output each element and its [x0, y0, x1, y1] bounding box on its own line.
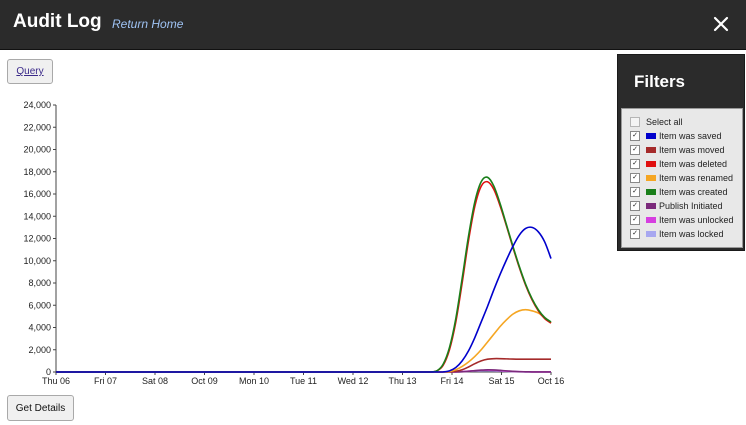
x-tick-label: Mon 10 [239, 376, 269, 386]
close-icon[interactable] [710, 13, 732, 35]
legend-swatch [646, 175, 656, 181]
legend-swatch [646, 217, 656, 223]
filter-item[interactable]: ✓ Item was saved [630, 130, 722, 142]
page-title: Audit Log [13, 11, 102, 32]
filters-list: Select all ✓ Item was saved ✓ Item was moved… [621, 108, 743, 248]
legend-swatch [646, 231, 656, 237]
legend-swatch [646, 189, 656, 195]
query-button-label: Query [16, 66, 44, 77]
filter-checkbox[interactable]: ✓ [630, 131, 640, 141]
filter-checkbox[interactable]: ✓ [630, 159, 640, 169]
series-line [56, 180, 552, 373]
x-tick-label: Fri 07 [94, 376, 117, 386]
y-tick-label: 22,000 [23, 122, 51, 132]
filter-item[interactable]: ✓ Item was created [630, 186, 728, 198]
y-tick-label: 2,000 [28, 345, 51, 355]
legend-swatch [646, 203, 656, 209]
y-tick-label: 16,000 [23, 189, 51, 199]
query-button[interactable]: Query [7, 59, 53, 84]
y-tick-label: 24,000 [23, 100, 51, 110]
y-tick-label: 14,000 [23, 211, 51, 221]
return-home-link[interactable]: Return Home [112, 17, 183, 31]
filter-item[interactable]: ✓ Item was unlocked [630, 214, 734, 226]
y-tick-label: 6,000 [28, 300, 51, 310]
x-tick-label: Thu 06 [42, 376, 70, 386]
x-tick-label: Sat 08 [142, 376, 168, 386]
get-details-button[interactable]: Get Details [7, 395, 74, 421]
legend-swatch [646, 147, 656, 153]
filter-checkbox[interactable] [630, 117, 640, 127]
x-tick-label: Fri 14 [440, 376, 463, 386]
filter-checkbox[interactable]: ✓ [630, 145, 640, 155]
filter-item[interactable]: ✓ Item was deleted [630, 158, 727, 170]
filter-item[interactable]: ✓ Publish Initiated [630, 200, 723, 212]
legend-swatch [646, 161, 656, 167]
filter-label: Publish Initiated [659, 201, 723, 211]
series-line [56, 176, 552, 373]
y-tick-label: 12,000 [23, 234, 51, 244]
filter-label: Item was locked [659, 229, 724, 239]
filter-checkbox[interactable]: ✓ [630, 173, 640, 183]
y-tick-label: 8,000 [28, 278, 51, 288]
filter-item[interactable]: ✓ Item was renamed [630, 172, 733, 184]
y-tick-label: 20,000 [23, 145, 51, 155]
audit-line-chart: 02,0004,0006,0008,00010,00012,00014,0001… [23, 100, 565, 386]
y-tick-label: 10,000 [23, 256, 51, 266]
x-tick-label: Tue 11 [290, 376, 317, 386]
header-bar: Audit Log Return Home [0, 0, 746, 50]
filter-item[interactable]: ✓ Item was locked [630, 228, 724, 240]
filter-checkbox[interactable]: ✓ [630, 187, 640, 197]
x-tick-label: Sat 15 [488, 376, 514, 386]
filter-select-all[interactable]: Select all [630, 116, 683, 128]
y-tick-label: 4,000 [28, 323, 51, 333]
x-tick-label: Oct 09 [191, 376, 218, 386]
filter-label: Item was moved [659, 145, 725, 155]
legend-swatch [646, 133, 656, 139]
filter-label: Item was renamed [659, 173, 734, 183]
filter-label: Item was created [659, 187, 728, 197]
filter-checkbox[interactable]: ✓ [630, 201, 640, 211]
filter-label: Item was deleted [659, 159, 728, 169]
x-tick-label: Thu 13 [388, 376, 416, 386]
filter-label: Item was unlocked [659, 215, 734, 225]
filter-label: Item was saved [659, 131, 722, 141]
filter-item[interactable]: ✓ Item was moved [630, 144, 725, 156]
filter-checkbox[interactable]: ✓ [630, 215, 640, 225]
x-tick-label: Wed 12 [338, 376, 369, 386]
filter-checkbox[interactable]: ✓ [630, 229, 640, 239]
filter-label: Select all [646, 117, 683, 127]
y-tick-label: 18,000 [23, 167, 51, 177]
series-line [56, 226, 552, 373]
filters-panel: Filters Select all ✓ Item was saved ✓ Item w… [617, 54, 745, 251]
filters-title: Filters [634, 72, 686, 91]
x-tick-label: Oct 16 [538, 376, 565, 386]
